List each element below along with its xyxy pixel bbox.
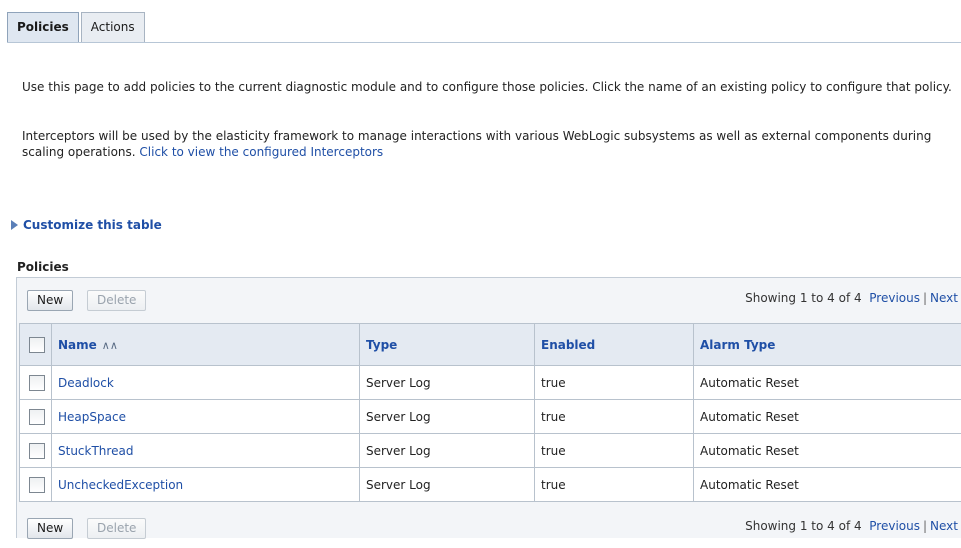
policy-name-link[interactable]: UncheckedException <box>58 478 183 492</box>
policy-name-link[interactable]: StuckThread <box>58 444 133 458</box>
column-name-label[interactable]: Name <box>58 338 97 352</box>
policy-enabled-cell: true <box>535 400 694 434</box>
customize-table-toggle[interactable]: Customize this table <box>11 218 162 232</box>
row-select-cell <box>20 434 52 468</box>
tab-divider <box>7 42 961 43</box>
tab-actions[interactable]: Actions <box>81 12 145 42</box>
table-row: StuckThread Server Log true Automatic Re… <box>20 434 961 468</box>
sort-ascending-icon[interactable]: ∧∧ <box>102 339 118 352</box>
policy-type-cell: Server Log <box>360 400 535 434</box>
policies-table-panel: New Delete Showing 1 to 4 of 4 Previous|… <box>16 277 961 538</box>
interceptors-description: Interceptors will be used by the elastic… <box>22 128 957 160</box>
table-row: HeapSpace Server Log true Automatic Rese… <box>20 400 961 434</box>
column-header-name[interactable]: Name ∧∧ <box>52 324 360 366</box>
pagination-separator: | <box>923 519 927 533</box>
policies-table-title: Policies <box>17 260 69 274</box>
tab-policies[interactable]: Policies <box>7 12 79 43</box>
tab-bar: Policies Actions <box>7 12 147 43</box>
policy-alarm-cell: Automatic Reset <box>694 468 961 502</box>
policy-alarm-cell: Automatic Reset <box>694 434 961 468</box>
policy-name-link[interactable]: Deadlock <box>58 376 114 390</box>
row-select-cell <box>20 400 52 434</box>
delete-button: Delete <box>87 518 146 539</box>
next-link[interactable]: Next <box>930 519 958 533</box>
column-header-type[interactable]: Type <box>360 324 535 366</box>
column-header-alarm-type[interactable]: Alarm Type <box>694 324 961 366</box>
row-checkbox[interactable] <box>29 409 45 425</box>
policy-enabled-cell: true <box>535 434 694 468</box>
table-toolbar-bottom: New Delete Showing 1 to 4 of 4 Previous|… <box>17 514 961 548</box>
column-header-enabled[interactable]: Enabled <box>535 324 694 366</box>
policy-name-cell: HeapSpace <box>52 400 360 434</box>
policy-enabled-cell: true <box>535 468 694 502</box>
next-link[interactable]: Next <box>930 291 958 305</box>
row-select-cell <box>20 468 52 502</box>
policy-type-cell: Server Log <box>360 366 535 400</box>
new-button[interactable]: New <box>27 290 73 311</box>
pagination-summary: Showing 1 to 4 of 4 <box>745 519 862 533</box>
previous-link[interactable]: Previous <box>869 291 920 305</box>
policy-name-link[interactable]: HeapSpace <box>58 410 126 424</box>
policy-name-cell: Deadlock <box>52 366 360 400</box>
policy-name-cell: UncheckedException <box>52 468 360 502</box>
delete-button: Delete <box>87 290 146 311</box>
new-button[interactable]: New <box>27 518 73 539</box>
table-row: Deadlock Server Log true Automatic Reset <box>20 366 961 400</box>
customize-table-label[interactable]: Customize this table <box>23 218 162 232</box>
intro-description: Use this page to add policies to the cur… <box>22 79 957 95</box>
table-header-row: Name ∧∧ Type Enabled Alarm Type <box>20 324 961 366</box>
select-all-cell <box>20 324 52 366</box>
policy-name-cell: StuckThread <box>52 434 360 468</box>
row-select-cell <box>20 366 52 400</box>
row-checkbox[interactable] <box>29 375 45 391</box>
row-checkbox[interactable] <box>29 443 45 459</box>
select-all-checkbox[interactable] <box>29 337 45 353</box>
pagination: Showing 1 to 4 of 4 Previous|Next <box>745 519 958 533</box>
pagination-summary: Showing 1 to 4 of 4 <box>745 291 862 305</box>
pagination: Showing 1 to 4 of 4 Previous|Next <box>745 291 958 305</box>
previous-link[interactable]: Previous <box>869 519 920 533</box>
row-checkbox[interactable] <box>29 477 45 493</box>
table-row: UncheckedException Server Log true Autom… <box>20 468 961 502</box>
expand-triangle-icon <box>11 220 18 230</box>
table-toolbar-top: New Delete Showing 1 to 4 of 4 Previous|… <box>17 286 961 320</box>
policy-enabled-cell: true <box>535 366 694 400</box>
pagination-separator: | <box>923 291 927 305</box>
view-interceptors-link[interactable]: Click to view the configured Interceptor… <box>139 145 383 159</box>
policy-type-cell: Server Log <box>360 468 535 502</box>
policy-alarm-cell: Automatic Reset <box>694 400 961 434</box>
policy-alarm-cell: Automatic Reset <box>694 366 961 400</box>
policy-type-cell: Server Log <box>360 434 535 468</box>
policies-table: Name ∧∧ Type Enabled Alarm Type Deadlock … <box>19 323 961 502</box>
